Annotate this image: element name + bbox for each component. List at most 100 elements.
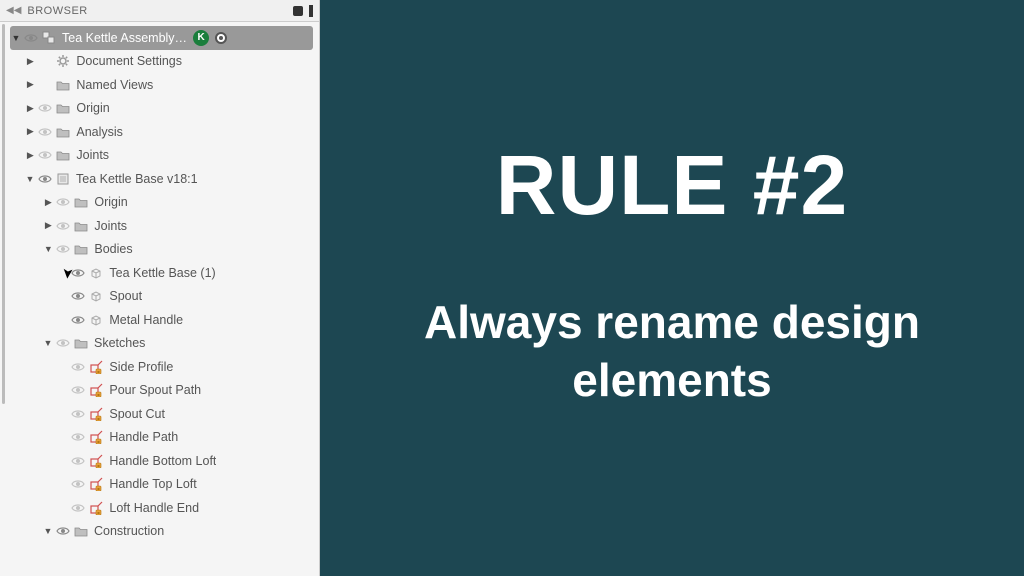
activate-radio-icon[interactable] bbox=[215, 32, 227, 44]
visibility-icon[interactable] bbox=[69, 381, 87, 399]
tree-item[interactable]: Joints bbox=[10, 214, 313, 238]
tree-item-label: Metal Handle bbox=[105, 313, 183, 327]
tree-item[interactable]: Named Views bbox=[10, 73, 313, 97]
folder-icon bbox=[72, 334, 90, 352]
tree-item-label: Loft Handle End bbox=[105, 501, 199, 515]
tree-sketch-item[interactable]: Pour Spout Path bbox=[10, 379, 313, 403]
visibility-icon[interactable] bbox=[54, 334, 72, 352]
tree-sketch-item[interactable]: Loft Handle End bbox=[10, 496, 313, 520]
expand-toggle-icon[interactable] bbox=[24, 150, 36, 161]
tree-item-label: Spout Cut bbox=[105, 407, 165, 421]
expand-toggle-icon[interactable] bbox=[42, 244, 54, 254]
visibility-icon[interactable] bbox=[54, 522, 72, 540]
expand-toggle-icon[interactable] bbox=[42, 220, 54, 231]
visibility-icon[interactable] bbox=[69, 452, 87, 470]
cube-icon bbox=[87, 311, 105, 329]
visibility-icon[interactable] bbox=[54, 193, 72, 211]
tree-item-label: Tea Kettle Base v18:1 bbox=[72, 172, 198, 186]
collapse-panel-icon[interactable]: ◀◀ bbox=[6, 5, 21, 16]
sketch-icon bbox=[87, 428, 105, 446]
folder-icon bbox=[72, 217, 90, 235]
assembly-icon bbox=[40, 29, 58, 47]
tree-sketch-item[interactable]: Spout Cut bbox=[10, 402, 313, 426]
tree-item[interactable]: Document Settings bbox=[10, 50, 313, 74]
visibility-icon[interactable] bbox=[22, 29, 40, 47]
slide-heading: RULE #2 bbox=[496, 137, 848, 234]
sketch-icon bbox=[87, 405, 105, 423]
tree-construction-folder[interactable]: Construction bbox=[10, 520, 313, 544]
info-slide: RULE #2 Always rename design elements bbox=[320, 0, 1024, 576]
visibility-icon[interactable] bbox=[69, 499, 87, 517]
sketch-icon bbox=[87, 475, 105, 493]
tree-item-label: Origin bbox=[90, 195, 127, 209]
tree-root-row[interactable]: Tea Kettle Assembly… K bbox=[10, 26, 313, 50]
visibility-icon[interactable] bbox=[36, 99, 54, 117]
expand-toggle-icon[interactable] bbox=[42, 338, 54, 348]
tree-body-item[interactable]: Metal Handle bbox=[10, 308, 313, 332]
visibility-icon[interactable] bbox=[69, 311, 87, 329]
tree-item-label: Handle Top Loft bbox=[105, 477, 196, 491]
tree-item[interactable]: Analysis bbox=[10, 120, 313, 144]
tree-sketch-item[interactable]: Side Profile bbox=[10, 355, 313, 379]
tree-item-label: Construction bbox=[90, 524, 164, 538]
tree-item-label: Spout bbox=[105, 289, 142, 303]
browser-panel-header: ◀◀ BROWSER bbox=[0, 0, 319, 22]
expand-toggle-icon[interactable] bbox=[42, 197, 54, 208]
expand-toggle-icon[interactable] bbox=[24, 174, 36, 184]
tree-sketch-item[interactable]: Handle Top Loft bbox=[10, 473, 313, 497]
expand-toggle-icon[interactable] bbox=[42, 526, 54, 536]
tree-item-label: Sketches bbox=[90, 336, 145, 350]
folder-icon bbox=[54, 146, 72, 164]
tree-sketch-item[interactable]: Handle Path bbox=[10, 426, 313, 450]
visibility-icon[interactable] bbox=[69, 475, 87, 493]
visibility-icon[interactable] bbox=[36, 146, 54, 164]
visibility-icon[interactable] bbox=[36, 123, 54, 141]
browser-panel-title: BROWSER bbox=[27, 5, 289, 17]
browser-panel: ◀◀ BROWSER Tea Kettle Assembly… K Docume… bbox=[0, 0, 320, 576]
visibility-icon[interactable] bbox=[54, 217, 72, 235]
gear-icon bbox=[54, 52, 72, 70]
cube-icon bbox=[87, 287, 105, 305]
tree-item-label: Handle Bottom Loft bbox=[105, 454, 216, 468]
visibility-icon[interactable] bbox=[54, 240, 72, 258]
expand-toggle-icon[interactable] bbox=[24, 126, 36, 137]
tree-item-label: Joints bbox=[90, 219, 127, 233]
tree-item[interactable]: Origin bbox=[10, 191, 313, 215]
sketch-icon bbox=[87, 381, 105, 399]
expand-toggle-icon[interactable] bbox=[24, 79, 36, 90]
visibility-icon[interactable] bbox=[69, 287, 87, 305]
tree-item[interactable]: Joints bbox=[10, 144, 313, 168]
tree-item-label: Origin bbox=[72, 101, 109, 115]
expand-toggle-icon[interactable] bbox=[10, 33, 22, 43]
tree-item-label: Handle Path bbox=[105, 430, 178, 444]
tree-item-label: Pour Spout Path bbox=[105, 383, 201, 397]
panel-dock-icon[interactable] bbox=[309, 5, 313, 17]
tree-item[interactable]: Origin bbox=[10, 97, 313, 121]
folder-icon bbox=[72, 193, 90, 211]
tree-root-label: Tea Kettle Assembly… bbox=[58, 31, 187, 45]
tree-item-label: Bodies bbox=[90, 242, 132, 256]
cube-icon bbox=[87, 264, 105, 282]
visibility-icon[interactable] bbox=[69, 405, 87, 423]
sketch-icon bbox=[87, 358, 105, 376]
tree-sketch-item[interactable]: Handle Bottom Loft bbox=[10, 449, 313, 473]
tree-body-item[interactable]: Spout bbox=[10, 285, 313, 309]
tree-component-row[interactable]: Tea Kettle Base v18:1 bbox=[10, 167, 313, 191]
visibility-icon[interactable] bbox=[69, 428, 87, 446]
visibility-icon[interactable] bbox=[36, 170, 54, 188]
tree-item-label: Side Profile bbox=[105, 360, 173, 374]
panel-settings-icon[interactable] bbox=[293, 6, 303, 16]
folder-icon bbox=[54, 76, 72, 94]
tree-sketches-folder[interactable]: Sketches bbox=[10, 332, 313, 356]
browser-tree: Tea Kettle Assembly… K Document Settings… bbox=[0, 22, 319, 547]
tree-body-item[interactable]: Tea Kettle Base (1) bbox=[10, 261, 313, 285]
expand-toggle-icon[interactable] bbox=[24, 103, 36, 114]
expand-toggle-icon[interactable] bbox=[24, 56, 36, 67]
visibility-icon[interactable] bbox=[69, 358, 87, 376]
visibility-icon[interactable] bbox=[69, 264, 87, 282]
save-badge-icon: K bbox=[193, 30, 209, 46]
browser-scrollbar[interactable] bbox=[2, 24, 5, 404]
tree-item[interactable]: Bodies bbox=[10, 238, 313, 262]
folder-icon bbox=[72, 522, 90, 540]
tree-item-label: Analysis bbox=[72, 125, 123, 139]
